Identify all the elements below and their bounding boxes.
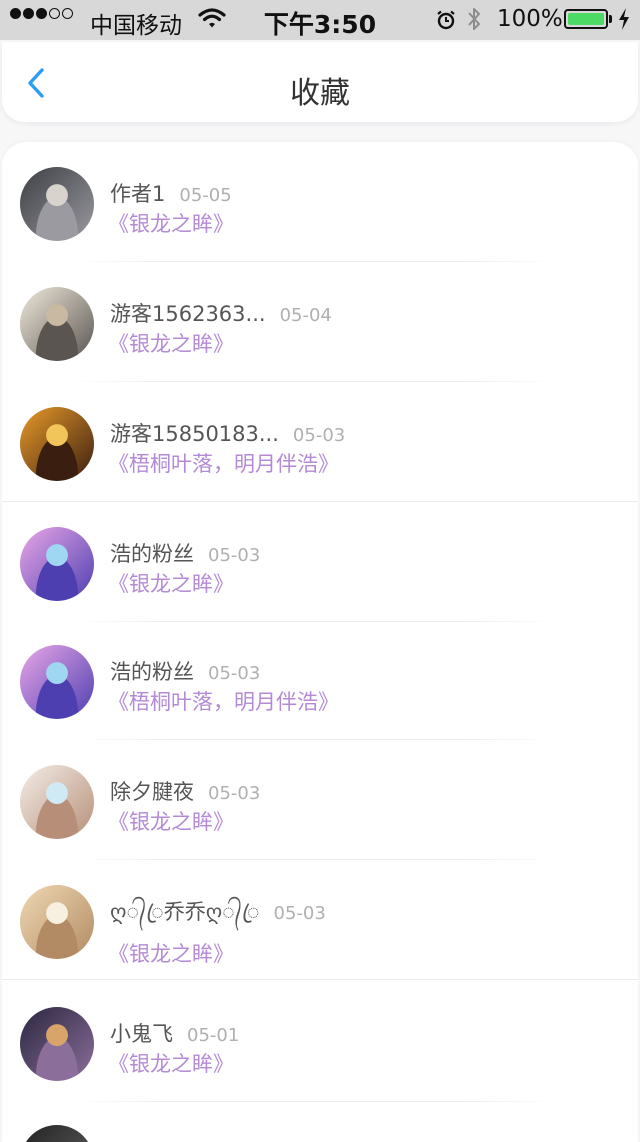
list-item[interactable]: 除夕腱夜 05-03 《银龙之眸》 <box>2 740 638 860</box>
avatar[interactable] <box>20 1007 94 1081</box>
list-item[interactable]: 浩的粉丝 05-03 《梧桐叶落，明月伴浩》 <box>2 620 638 740</box>
list-item[interactable]: 游客1562363... 05-04 《银龙之眸》 <box>2 262 638 382</box>
status-bar: 中国移动 下午3:50 100% <box>0 0 640 40</box>
user-name[interactable]: 游客15850183... <box>110 422 279 446</box>
avatar[interactable] <box>20 527 94 601</box>
user-name[interactable]: 浩的粉丝 <box>110 660 194 684</box>
charging-bolt-icon <box>617 7 631 37</box>
user-name[interactable]: 浩的粉丝 <box>110 542 194 566</box>
favorite-date: 05-01 <box>187 1025 240 1046</box>
list-item[interactable]: ღ᭄ꦿ乔乔ღ᭄ꦿ 05-03 《银龙之眸》 <box>2 860 638 980</box>
list-item[interactable]: 浩的粉丝 05-03 《银龙之眸》 <box>2 502 638 622</box>
battery-icon <box>564 9 608 29</box>
page-title: 收藏 <box>290 76 350 111</box>
list-item[interactable]: 小鬼飞 05-01 《银龙之眸》 <box>2 982 638 1102</box>
book-title-link[interactable]: 《银龙之眸》 <box>108 938 234 968</box>
avatar[interactable] <box>20 645 94 719</box>
favorite-date: 05-03 <box>273 903 326 924</box>
battery-cap <box>609 15 612 23</box>
user-name[interactable]: 游客1562363... <box>110 302 266 326</box>
avatar[interactable] <box>20 885 94 959</box>
user-info-line: 小鬼飞 05-01 <box>110 1018 239 1048</box>
navigation-bar: 收藏 <box>2 42 638 122</box>
book-title-link[interactable]: 《银龙之眸》 <box>108 208 234 238</box>
favorite-date: 05-04 <box>279 305 332 326</box>
user-info-line: 浩的粉丝 05-03 <box>110 656 260 686</box>
user-name[interactable]: 作者1 <box>110 182 165 206</box>
favorites-list: 作者1 05-05 《银龙之眸》 游客1562363... 05-04 《银龙之眸》 游客1… <box>2 142 638 1142</box>
user-info-line: 游客1562363... 05-04 <box>110 298 332 328</box>
user-name[interactable]: 除夕腱夜 <box>110 780 194 804</box>
list-item[interactable]: 作者1 05-05 《银龙之眸》 <box>2 142 638 262</box>
list-item[interactable]: 游客15850183... 05-03 《梧桐叶落，明月伴浩》 <box>2 382 638 502</box>
book-title-link[interactable]: 《银龙之眸》 <box>108 328 234 358</box>
favorite-date: 05-03 <box>208 663 261 684</box>
user-info-line: 作者1 05-05 <box>110 178 232 208</box>
user-info-line: 游客15850183... 05-03 <box>110 418 345 448</box>
favorite-date: 05-03 <box>292 425 346 446</box>
user-name[interactable]: 小鬼飞 <box>110 1022 173 1046</box>
avatar[interactable] <box>20 765 94 839</box>
user-info-line: ღ᭄ꦿ乔乔ღ᭄ꦿ 05-03 <box>110 896 326 939</box>
favorite-date: 05-03 <box>208 783 261 804</box>
favorite-date: 05-03 <box>208 545 261 566</box>
alarm-clock-icon <box>436 8 456 30</box>
user-info-line: 除夕腱夜 05-03 <box>110 776 260 806</box>
user-name[interactable]: ღ᭄ꦿ乔乔ღ᭄ꦿ <box>110 900 260 924</box>
avatar[interactable] <box>20 167 94 241</box>
battery-percentage: 100% <box>497 6 563 32</box>
avatar[interactable] <box>20 1125 94 1142</box>
book-title-link[interactable]: 《银龙之眸》 <box>108 806 234 836</box>
book-title-link[interactable]: 《梧桐叶落，明月伴浩》 <box>108 448 339 478</box>
book-title-link[interactable]: 《银龙之眸》 <box>108 1048 234 1078</box>
user-info-line: 浩的粉丝 05-03 <box>110 538 260 568</box>
row-divider <box>2 979 638 980</box>
avatar[interactable] <box>20 407 94 481</box>
favorite-date: 05-05 <box>179 185 232 206</box>
row-divider <box>72 1101 558 1102</box>
book-title-link[interactable]: 《梧桐叶落，明月伴浩》 <box>108 686 339 716</box>
avatar[interactable] <box>20 287 94 361</box>
book-title-link[interactable]: 《银龙之眸》 <box>108 568 234 598</box>
bluetooth-icon <box>466 6 482 38</box>
